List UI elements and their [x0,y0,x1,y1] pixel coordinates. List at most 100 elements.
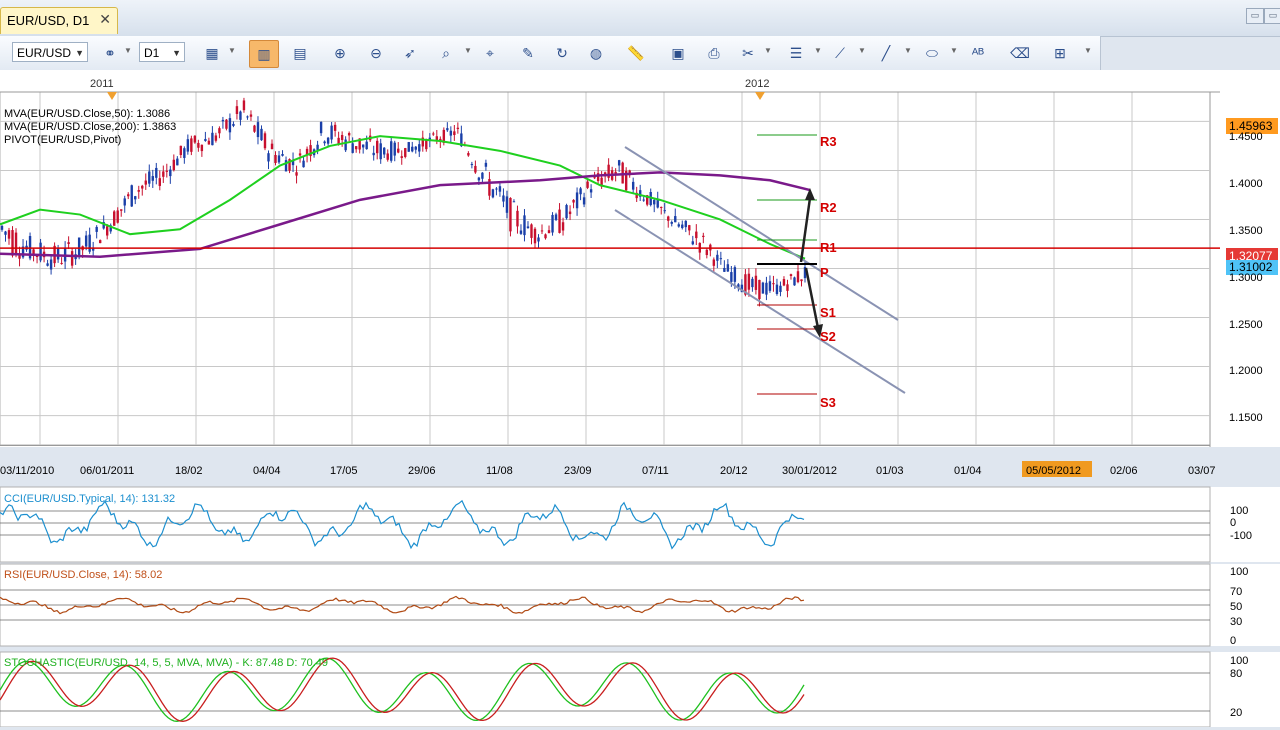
candle-body [7,230,11,239]
candle-body [481,172,484,179]
candle-body [347,133,351,136]
chevron-down-icon[interactable]: ▼ [814,46,822,55]
candle-body [88,234,91,252]
candle-body [383,147,386,155]
candle-body [372,152,375,156]
legend-ma200: MVA(EUR/USD.Close,200): 1.3863 [4,121,176,133]
candle-body [747,273,751,290]
candle-body [793,277,796,286]
pivot-label-r3: R3 [820,134,837,149]
candle-body [674,216,677,223]
fibonacci-icon[interactable]: ⟋ [830,43,850,63]
pivot-label-s3: S3 [820,395,836,410]
chevron-down-icon[interactable]: ▼ [124,46,132,55]
eraser-icon[interactable]: ⌫ [1010,43,1030,63]
candle-body [418,144,421,152]
pen-icon[interactable]: ╱ [876,43,896,63]
candle-body [414,146,417,150]
chevron-down-icon[interactable]: ▼ [904,46,912,55]
candle-body [561,222,565,231]
chart-tab[interactable]: EUR/USD, D1 ✕ [0,7,118,34]
price-tick: 1.4000 [1229,178,1263,190]
candle-body [225,119,228,129]
edit-icon[interactable]: ✎ [518,43,538,63]
candle-body [751,278,754,288]
text-icon[interactable]: ᴬᴮ [968,43,988,63]
candle-body [162,171,165,177]
bars-icon[interactable]: ▤ [290,43,310,63]
date-label: 18/02 [175,465,203,477]
tools-icon[interactable]: ✂ [738,43,758,63]
rsi-tick: 30 [1230,616,1242,628]
candle-body [4,231,7,235]
candle-body [84,235,88,247]
candle-body [49,259,53,270]
chevron-down-icon[interactable]: ▼ [764,46,772,55]
stochastic-legend: STOCHASTIC(EUR/USD, 14, 5, 5, MVA, MVA) … [4,657,328,669]
candle-body [207,140,211,145]
candle-body [642,199,645,201]
candle-body [354,146,358,150]
candle-body [98,240,102,244]
lines-icon[interactable]: ☰ [786,43,806,63]
chevron-down-icon[interactable]: ▼ [858,46,866,55]
candle-body [323,141,326,144]
zoom-in-icon[interactable]: ⊕ [330,43,350,63]
candle-body [474,165,477,173]
candle-body [544,234,547,239]
cursor-icon[interactable]: ➶ [400,43,420,63]
pivot-label-s2: S2 [820,329,836,344]
image-icon[interactable]: ▣ [668,43,688,63]
maximize-icon[interactable]: ▭ [1264,8,1280,24]
hierarchy-icon[interactable]: ⊞ [1050,43,1070,63]
restore-icon[interactable]: ▭ [1246,8,1264,24]
candle-body [340,134,344,141]
ruler-icon[interactable]: 📏 [626,43,646,63]
candle-body [782,279,786,286]
cci-panel[interactable] [0,486,1250,563]
ellipse-icon[interactable]: ⬭ [922,43,942,63]
candle-body [200,144,204,152]
magnifier-icon[interactable]: ⌕ [436,43,456,63]
cci-legend: CCI(EUR/USD.Typical, 14): 131.32 [4,493,175,505]
close-icon[interactable]: ✕ [99,11,111,28]
screenshot-icon[interactable]: ⎙ [704,43,724,63]
candle-body [95,226,98,232]
candle-body [274,155,277,163]
chart-type-icon[interactable]: ▦ [202,43,222,63]
refresh-icon[interactable]: ↻ [552,43,572,63]
stochastic-tick: 80 [1230,668,1242,680]
candle-body [165,170,169,172]
chevron-down-icon[interactable]: ▼ [950,46,958,55]
candle-body [554,214,558,220]
chart-area[interactable]: MVA(EUR/USD.Close,50): 1.3086 MVA(EUR/US… [0,69,1280,728]
candle-body [572,199,575,203]
candle-body [60,262,63,264]
candle-body [253,125,256,132]
candle-body [565,205,568,219]
zoom-out-icon[interactable]: ⊖ [366,43,386,63]
crosshair-icon[interactable]: ⌖ [480,43,500,63]
chart-canvas[interactable]: MVA(EUR/USD.Close,50): 1.3086 MVA(EUR/US… [0,69,1280,728]
rsi-panel[interactable] [0,563,1211,647]
link-icon[interactable]: ⚭ [100,43,120,63]
candle-body [533,228,537,244]
timeframe-select[interactable]: D1 ▼ [139,42,185,62]
candle-body [754,275,758,290]
candle-body [351,143,354,153]
globe-icon[interactable]: ◍ [586,43,606,63]
chevron-down-icon[interactable]: ▼ [228,46,236,55]
candle-body [586,181,589,188]
date-label: 03/11/2010 [0,465,54,477]
candle-body [719,258,723,260]
symbol-select[interactable]: EUR/USD ▼ [12,42,88,62]
candles-icon[interactable]: ▥ [249,40,279,68]
chevron-down-icon[interactable]: ▼ [464,46,472,55]
candle-body [568,211,572,215]
candle-body [393,142,396,156]
candle-body [232,123,235,126]
candle-body [260,128,263,141]
cci-tick: -100 [1230,530,1252,542]
candle-body [46,263,49,266]
chevron-down-icon[interactable]: ▼ [1084,46,1092,55]
